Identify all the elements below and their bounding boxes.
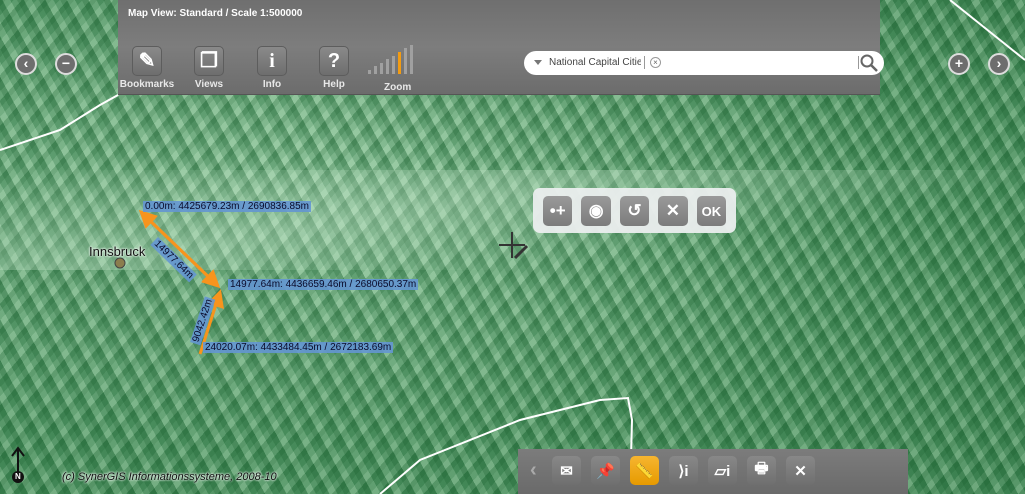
- zoom-in-button[interactable]: +: [948, 53, 970, 75]
- ok-button[interactable]: OK: [696, 196, 727, 226]
- zoom-out-button[interactable]: −: [55, 53, 77, 75]
- north-label: N: [15, 472, 21, 481]
- city-marker-icon[interactable]: [114, 257, 126, 269]
- copyright: (c) SynerGIS Informationssysteme, 2008-1…: [62, 471, 277, 483]
- area-info-button[interactable]: ▱i: [708, 456, 737, 485]
- add-point-button[interactable]: •+: [543, 196, 573, 226]
- search-icon[interactable]: [860, 54, 878, 72]
- help-label: Help: [323, 79, 345, 90]
- measure-point-label: 0.00m: 4425679.23m / 2690836.85m: [143, 201, 312, 212]
- views-button[interactable]: ❐ Views: [180, 46, 238, 90]
- info-button[interactable]: i Info: [243, 46, 301, 90]
- clear-icon[interactable]: ×: [650, 57, 661, 68]
- pan-back-button[interactable]: ‹: [15, 53, 37, 75]
- measure-point-label: 14977.64m: 4436659.46m / 2680650.37m: [228, 279, 419, 290]
- zoom-level-bar[interactable]: [374, 66, 377, 74]
- road: [0, 94, 119, 151]
- zoom-level-bar[interactable]: [404, 48, 407, 74]
- bottom-toolbar: ‹ ✉ 📌 📏 ⟩i ▱i 🖶 ✕: [518, 449, 908, 494]
- zoom-level-bar[interactable]: [410, 44, 413, 74]
- zoom-level-bar[interactable]: [398, 52, 401, 74]
- pin-button[interactable]: 📌: [591, 456, 620, 485]
- info-label: Info: [262, 79, 282, 90]
- help-icon: ?: [319, 46, 349, 76]
- info-icon: i: [257, 46, 287, 76]
- center-button[interactable]: ◉: [581, 196, 611, 226]
- print-button[interactable]: 🖶: [747, 456, 776, 485]
- close-button[interactable]: ✕: [786, 456, 815, 485]
- undo-button[interactable]: ↺: [619, 196, 650, 226]
- zoom-level-bar[interactable]: [380, 62, 383, 74]
- measure-segment-1-end: [139, 210, 221, 289]
- road: [949, 0, 1025, 61]
- zoom-label: Zoom: [384, 82, 412, 93]
- measure-button[interactable]: 📏: [630, 456, 659, 485]
- search-box[interactable]: National Capital Cities ×: [524, 51, 884, 75]
- email-button[interactable]: ✉: [552, 456, 581, 485]
- pan-forward-button[interactable]: ›: [988, 53, 1010, 75]
- search-category-select[interactable]: National Capital Cities: [549, 57, 641, 68]
- crosshair-cursor-icon: [499, 232, 529, 260]
- divider: [858, 56, 859, 69]
- zoom-level-bar[interactable]: [392, 55, 395, 74]
- views-icon: ❐: [194, 46, 224, 76]
- map-view-title: Map View: Standard / Scale 1:500000: [128, 8, 303, 19]
- divider: [644, 56, 645, 69]
- zoom-level-bar[interactable]: [386, 59, 389, 74]
- top-toolbar: Map View: Standard / Scale 1:500000 ✎ Boo…: [118, 0, 884, 95]
- zoom-slider[interactable]: [368, 44, 413, 74]
- bookmarks-button[interactable]: ✎ Bookmarks: [118, 46, 176, 90]
- bookmarks-label: Bookmarks: [119, 79, 175, 90]
- dropdown-arrow-icon[interactable]: [534, 60, 542, 65]
- zoom-level-bar[interactable]: [368, 70, 371, 74]
- views-label: Views: [194, 79, 224, 90]
- city-label: Innsbruck: [89, 244, 146, 259]
- line-info-button[interactable]: ⟩i: [669, 456, 698, 485]
- help-button[interactable]: ? Help: [305, 46, 363, 90]
- cancel-button[interactable]: ✕: [658, 196, 688, 226]
- collapse-button[interactable]: ‹: [530, 456, 542, 494]
- bookmark-icon: ✎: [132, 46, 162, 76]
- measure-toolbar: •+ ◉ ↺ ✕ OK: [533, 188, 736, 233]
- measure-point-label: 24020.07m: 4433484.45m / 2672183.69m: [203, 342, 394, 353]
